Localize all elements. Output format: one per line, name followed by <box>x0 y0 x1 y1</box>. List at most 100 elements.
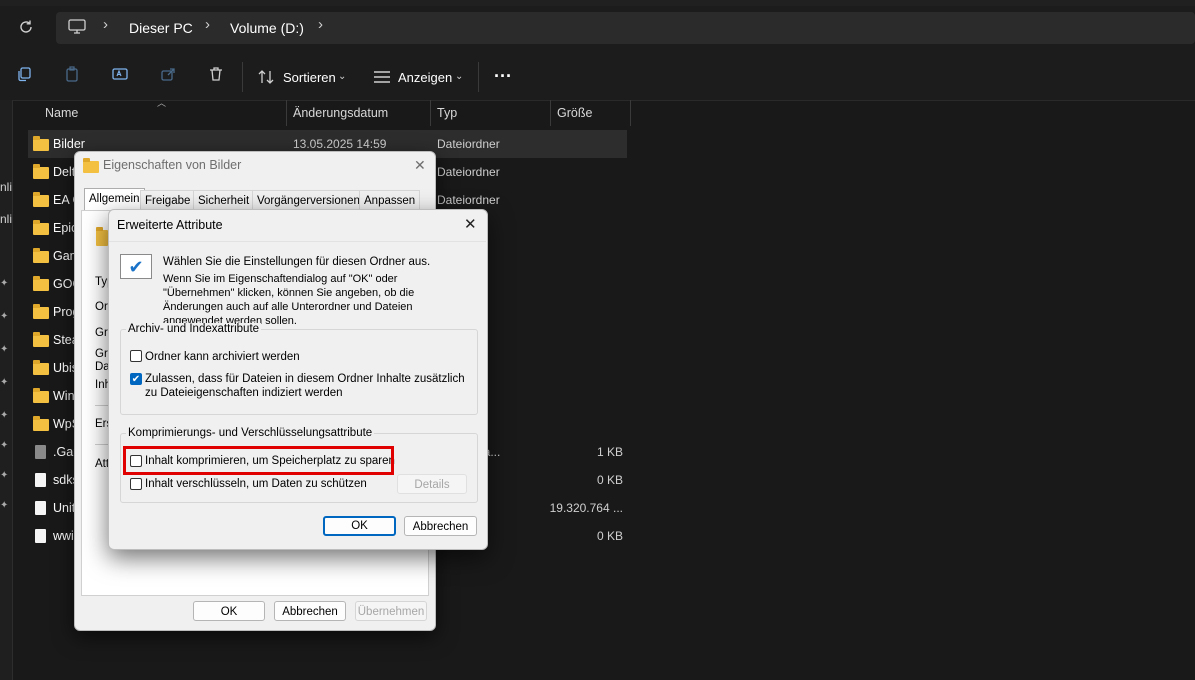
address-field[interactable] <box>56 12 1195 44</box>
folder-icon <box>33 276 49 291</box>
folder-icon <box>33 416 49 431</box>
settings-check-icon: ✔ <box>120 254 152 279</box>
chevron-right-icon[interactable]: › <box>205 16 210 33</box>
folder-icon <box>33 164 49 179</box>
property-label: Grö <box>95 327 109 339</box>
folder-icon <box>33 360 49 375</box>
file-size: 0 KB <box>596 473 623 487</box>
intro-description: Wenn Sie im Eigenschaftendialog auf "OK"… <box>163 273 415 327</box>
nav-item-fragment[interactable]: nli <box>0 180 12 194</box>
file-icon <box>35 501 46 515</box>
folder-icon <box>33 220 49 235</box>
file-icon <box>35 445 46 459</box>
file-size: 19.320.764 ... <box>549 501 623 515</box>
sort-button[interactable]: Sortieren <box>283 70 336 85</box>
chevron-right-icon[interactable]: › <box>318 16 323 33</box>
column-divider[interactable] <box>550 100 551 126</box>
chevron-down-icon[interactable]: ⌄ <box>338 71 346 82</box>
file-name: wwi <box>53 529 74 543</box>
attributes-ok-button[interactable]: OK <box>323 516 396 536</box>
file-name: Unit <box>53 501 76 515</box>
archive-checkbox[interactable] <box>130 350 142 362</box>
sort-up-indicator: ︿ <box>157 98 167 108</box>
copy-icon[interactable] <box>14 66 34 86</box>
folder-icon <box>33 388 49 403</box>
advanced-attributes-title: Erweiterte Attribute <box>117 218 223 232</box>
file-date: 13.05.2025 14:59 <box>293 137 387 151</box>
compress-encrypt-group-label: Komprimierungs- und Verschlüsselungsattr… <box>126 427 375 439</box>
file-size: 1 KB <box>596 445 623 459</box>
archive-index-group-label: Archiv- und Indexattribute <box>126 323 262 335</box>
folder-icon <box>33 248 49 263</box>
pin-icon: ✦ <box>0 278 9 289</box>
chevron-down-icon[interactable]: ⌄ <box>455 71 463 82</box>
delete-icon[interactable] <box>206 66 226 86</box>
chevron-right-icon[interactable]: › <box>103 16 108 33</box>
column-header-name[interactable]: Name <box>45 106 78 120</box>
property-label: Dat <box>95 361 109 373</box>
close-icon[interactable]: ✕ <box>414 157 426 174</box>
share-icon[interactable] <box>158 66 178 86</box>
pin-icon: ✦ <box>0 500 9 511</box>
pin-icon: ✦ <box>0 311 9 322</box>
intro-text: Wählen Sie die Einstellungen für diesen … <box>163 256 431 268</box>
index-checkbox-label[interactable]: Zulassen, dass für Dateien in diesem Ord… <box>145 372 465 400</box>
rename-icon[interactable] <box>110 66 130 86</box>
column-divider[interactable] <box>430 100 431 126</box>
nav-item-fragment[interactable]: nli <box>0 212 12 226</box>
tab-allgemein[interactable]: Allgemein <box>84 188 145 211</box>
monitor-icon[interactable] <box>68 19 86 35</box>
toolbar-divider <box>242 62 243 92</box>
column-header-size[interactable]: Größe <box>557 106 592 120</box>
property-label: Inh <box>95 379 109 391</box>
folder-icon <box>33 136 49 151</box>
index-checkbox[interactable]: ✔ <box>130 373 142 385</box>
pin-icon: ✦ <box>0 410 9 421</box>
properties-ok-button[interactable]: OK <box>193 601 265 621</box>
property-label: Ort <box>95 301 109 313</box>
file-size: 0 KB <box>596 529 623 543</box>
sort-icon[interactable] <box>258 69 274 85</box>
folder-icon <box>83 158 99 173</box>
attributes-cancel-button[interactable]: Abbrechen <box>404 516 477 536</box>
file-icon <box>35 529 46 543</box>
pin-icon: ✦ <box>0 344 9 355</box>
divider <box>95 405 109 406</box>
file-type: Dateiordner <box>437 137 500 151</box>
breadcrumb-volume-d[interactable]: Volume (D:) <box>230 20 304 36</box>
view-button[interactable]: Anzeigen <box>398 70 452 85</box>
pin-icon: ✦ <box>0 440 9 451</box>
divider <box>95 444 109 445</box>
pin-icon: ✦ <box>0 377 9 388</box>
tab-anpassen[interactable]: Anpassen <box>359 190 421 211</box>
tab-freigabe[interactable]: Freigabe <box>140 190 196 211</box>
paste-icon[interactable] <box>62 66 82 86</box>
file-type: Dateiordner <box>437 165 500 179</box>
tab-vorgaengerversionen[interactable]: Vorgängerversionen <box>252 190 365 211</box>
details-button[interactable]: Details <box>397 474 467 494</box>
refresh-icon[interactable] <box>17 18 35 36</box>
column-divider[interactable] <box>286 100 287 126</box>
more-options-icon[interactable]: ··· <box>494 66 512 87</box>
folder-large-icon <box>96 227 108 246</box>
property-label: Ers <box>95 418 109 430</box>
file-type: Dateiordner <box>437 193 500 207</box>
properties-cancel-button[interactable]: Abbrechen <box>274 601 346 621</box>
file-name: Bilder <box>53 137 85 151</box>
pin-icon: ✦ <box>0 470 9 481</box>
view-icon[interactable] <box>373 70 391 84</box>
encrypt-checkbox-label[interactable]: Inhalt verschlüsseln, um Daten zu schütz… <box>145 477 367 491</box>
archive-checkbox-label[interactable]: Ordner kann archiviert werden <box>145 350 300 364</box>
close-icon[interactable]: ✕ <box>464 215 477 233</box>
properties-apply-button[interactable]: Übernehmen <box>355 601 427 621</box>
breadcrumb-dieser-pc[interactable]: Dieser PC <box>129 20 193 36</box>
file-icon <box>35 473 46 487</box>
tab-sicherheit[interactable]: Sicherheit <box>193 190 255 211</box>
column-divider[interactable] <box>630 100 631 126</box>
column-header-type[interactable]: Typ <box>437 106 457 120</box>
folder-icon <box>33 304 49 319</box>
encrypt-checkbox[interactable] <box>130 478 142 490</box>
compress-option-highlight <box>123 446 394 475</box>
column-header-date[interactable]: Änderungsdatum <box>293 106 388 120</box>
property-label: Attr <box>95 458 109 470</box>
